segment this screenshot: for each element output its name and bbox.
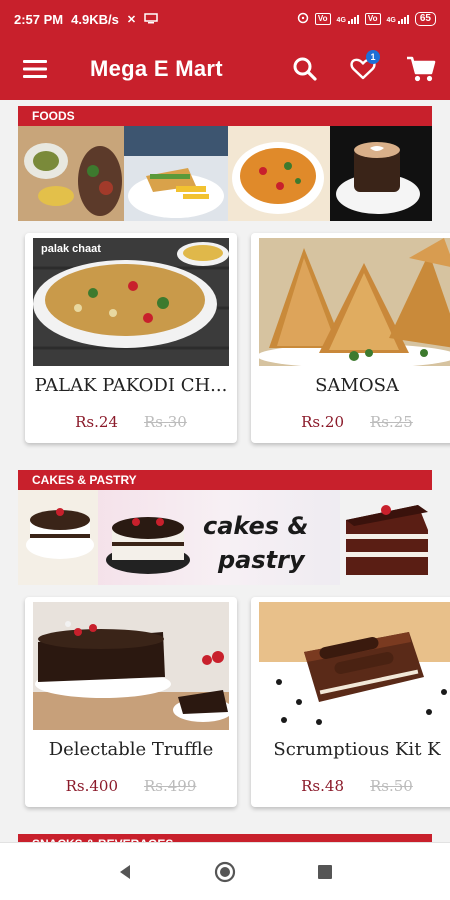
product-name: SAMOSA [315, 375, 399, 396]
product-image [259, 238, 450, 366]
product-old-price: Rs.30 [144, 413, 187, 431]
product-prices: Rs.24 Rs.30 [25, 413, 237, 431]
banner-text-cakes: cakes & [203, 512, 308, 540]
status-bar: 2:57 PM 4.9KB/s ✕ Vo 4G Vo 4G 65 [0, 0, 450, 38]
product-image [259, 602, 450, 730]
recents-button[interactable] [313, 860, 337, 884]
section-header-foods[interactable]: FOODS [18, 106, 432, 126]
app-title: Mega E Mart [90, 56, 223, 81]
product-image: palak chaat [33, 238, 229, 366]
product-price: Rs.24 [75, 413, 118, 431]
home-button[interactable] [213, 860, 237, 884]
screen-cast-icon [144, 12, 158, 27]
battery-icon: 65 [414, 12, 436, 26]
back-icon [120, 864, 130, 879]
cakes-banner[interactable]: cakes & pastry [18, 490, 432, 585]
bluetooth-icon: ✕ [126, 13, 137, 26]
menu-button[interactable] [0, 38, 70, 100]
product-price: Rs.48 [301, 777, 344, 795]
product-prices: Rs.48 Rs.50 [251, 777, 450, 795]
recents-icon [318, 864, 332, 879]
product-price: Rs.400 [65, 777, 118, 795]
product-price: Rs.20 [301, 413, 344, 431]
alarm-icon [297, 12, 309, 27]
banner-text-pastry: pastry [217, 546, 306, 574]
product-image [33, 602, 229, 730]
search-button[interactable] [276, 38, 334, 100]
product-name: Scrumptious Kit K [273, 739, 441, 760]
product-prices: Rs.20 Rs.25 [251, 413, 450, 431]
product-prices: Rs.400 Rs.499 [25, 777, 237, 795]
product-card[interactable]: palak chaat PALAK PAKODI CH... Rs.24 Rs.… [25, 233, 237, 443]
home-icon [214, 861, 236, 882]
product-old-price: Rs.25 [370, 413, 413, 431]
product-card[interactable]: Scrumptious Kit K Rs.48 Rs.50 [251, 597, 450, 807]
app-bar: Mega E Mart 1 [0, 38, 450, 100]
section-header-cakes[interactable]: CAKES & PASTRY [18, 470, 432, 490]
menu-icon [23, 60, 47, 78]
network-speed: 4.9KB/s [71, 11, 119, 27]
product-old-price: Rs.50 [370, 777, 413, 795]
product-card[interactable]: SAMOSA Rs.20 Rs.25 [251, 233, 450, 443]
product-name: Delectable Truffle [48, 739, 214, 760]
product-card[interactable]: Delectable Truffle Rs.400 Rs.499 [25, 597, 237, 807]
product-old-price: Rs.499 [144, 777, 197, 795]
foods-banner-image [18, 126, 432, 221]
sim2-signal-icon: 4G [387, 14, 409, 24]
cart-icon [407, 56, 436, 82]
home-feed[interactable]: FOODS palak chaat PALAK PAKODI CH... Rs.… [0, 100, 450, 842]
system-nav-bar [0, 842, 450, 900]
volte-icon: Vo [314, 13, 331, 25]
search-icon [293, 57, 317, 81]
image-caption: palak chaat [41, 243, 101, 255]
section-header-snacks[interactable]: SNACKS & BEVERAGES [18, 834, 432, 842]
wishlist-button[interactable]: 1 [334, 38, 392, 100]
volte-icon-2: Vo [364, 13, 381, 25]
sim1-signal-icon: 4G [337, 14, 359, 24]
cart-button[interactable] [392, 38, 450, 100]
status-time: 2:57 PM [14, 11, 64, 27]
cakes-banner-image: cakes & pastry [18, 490, 432, 585]
foods-banner[interactable] [18, 126, 432, 221]
wishlist-count-badge: 1 [366, 50, 380, 64]
back-button[interactable] [113, 860, 137, 884]
product-name: PALAK PAKODI CH... [34, 375, 228, 396]
